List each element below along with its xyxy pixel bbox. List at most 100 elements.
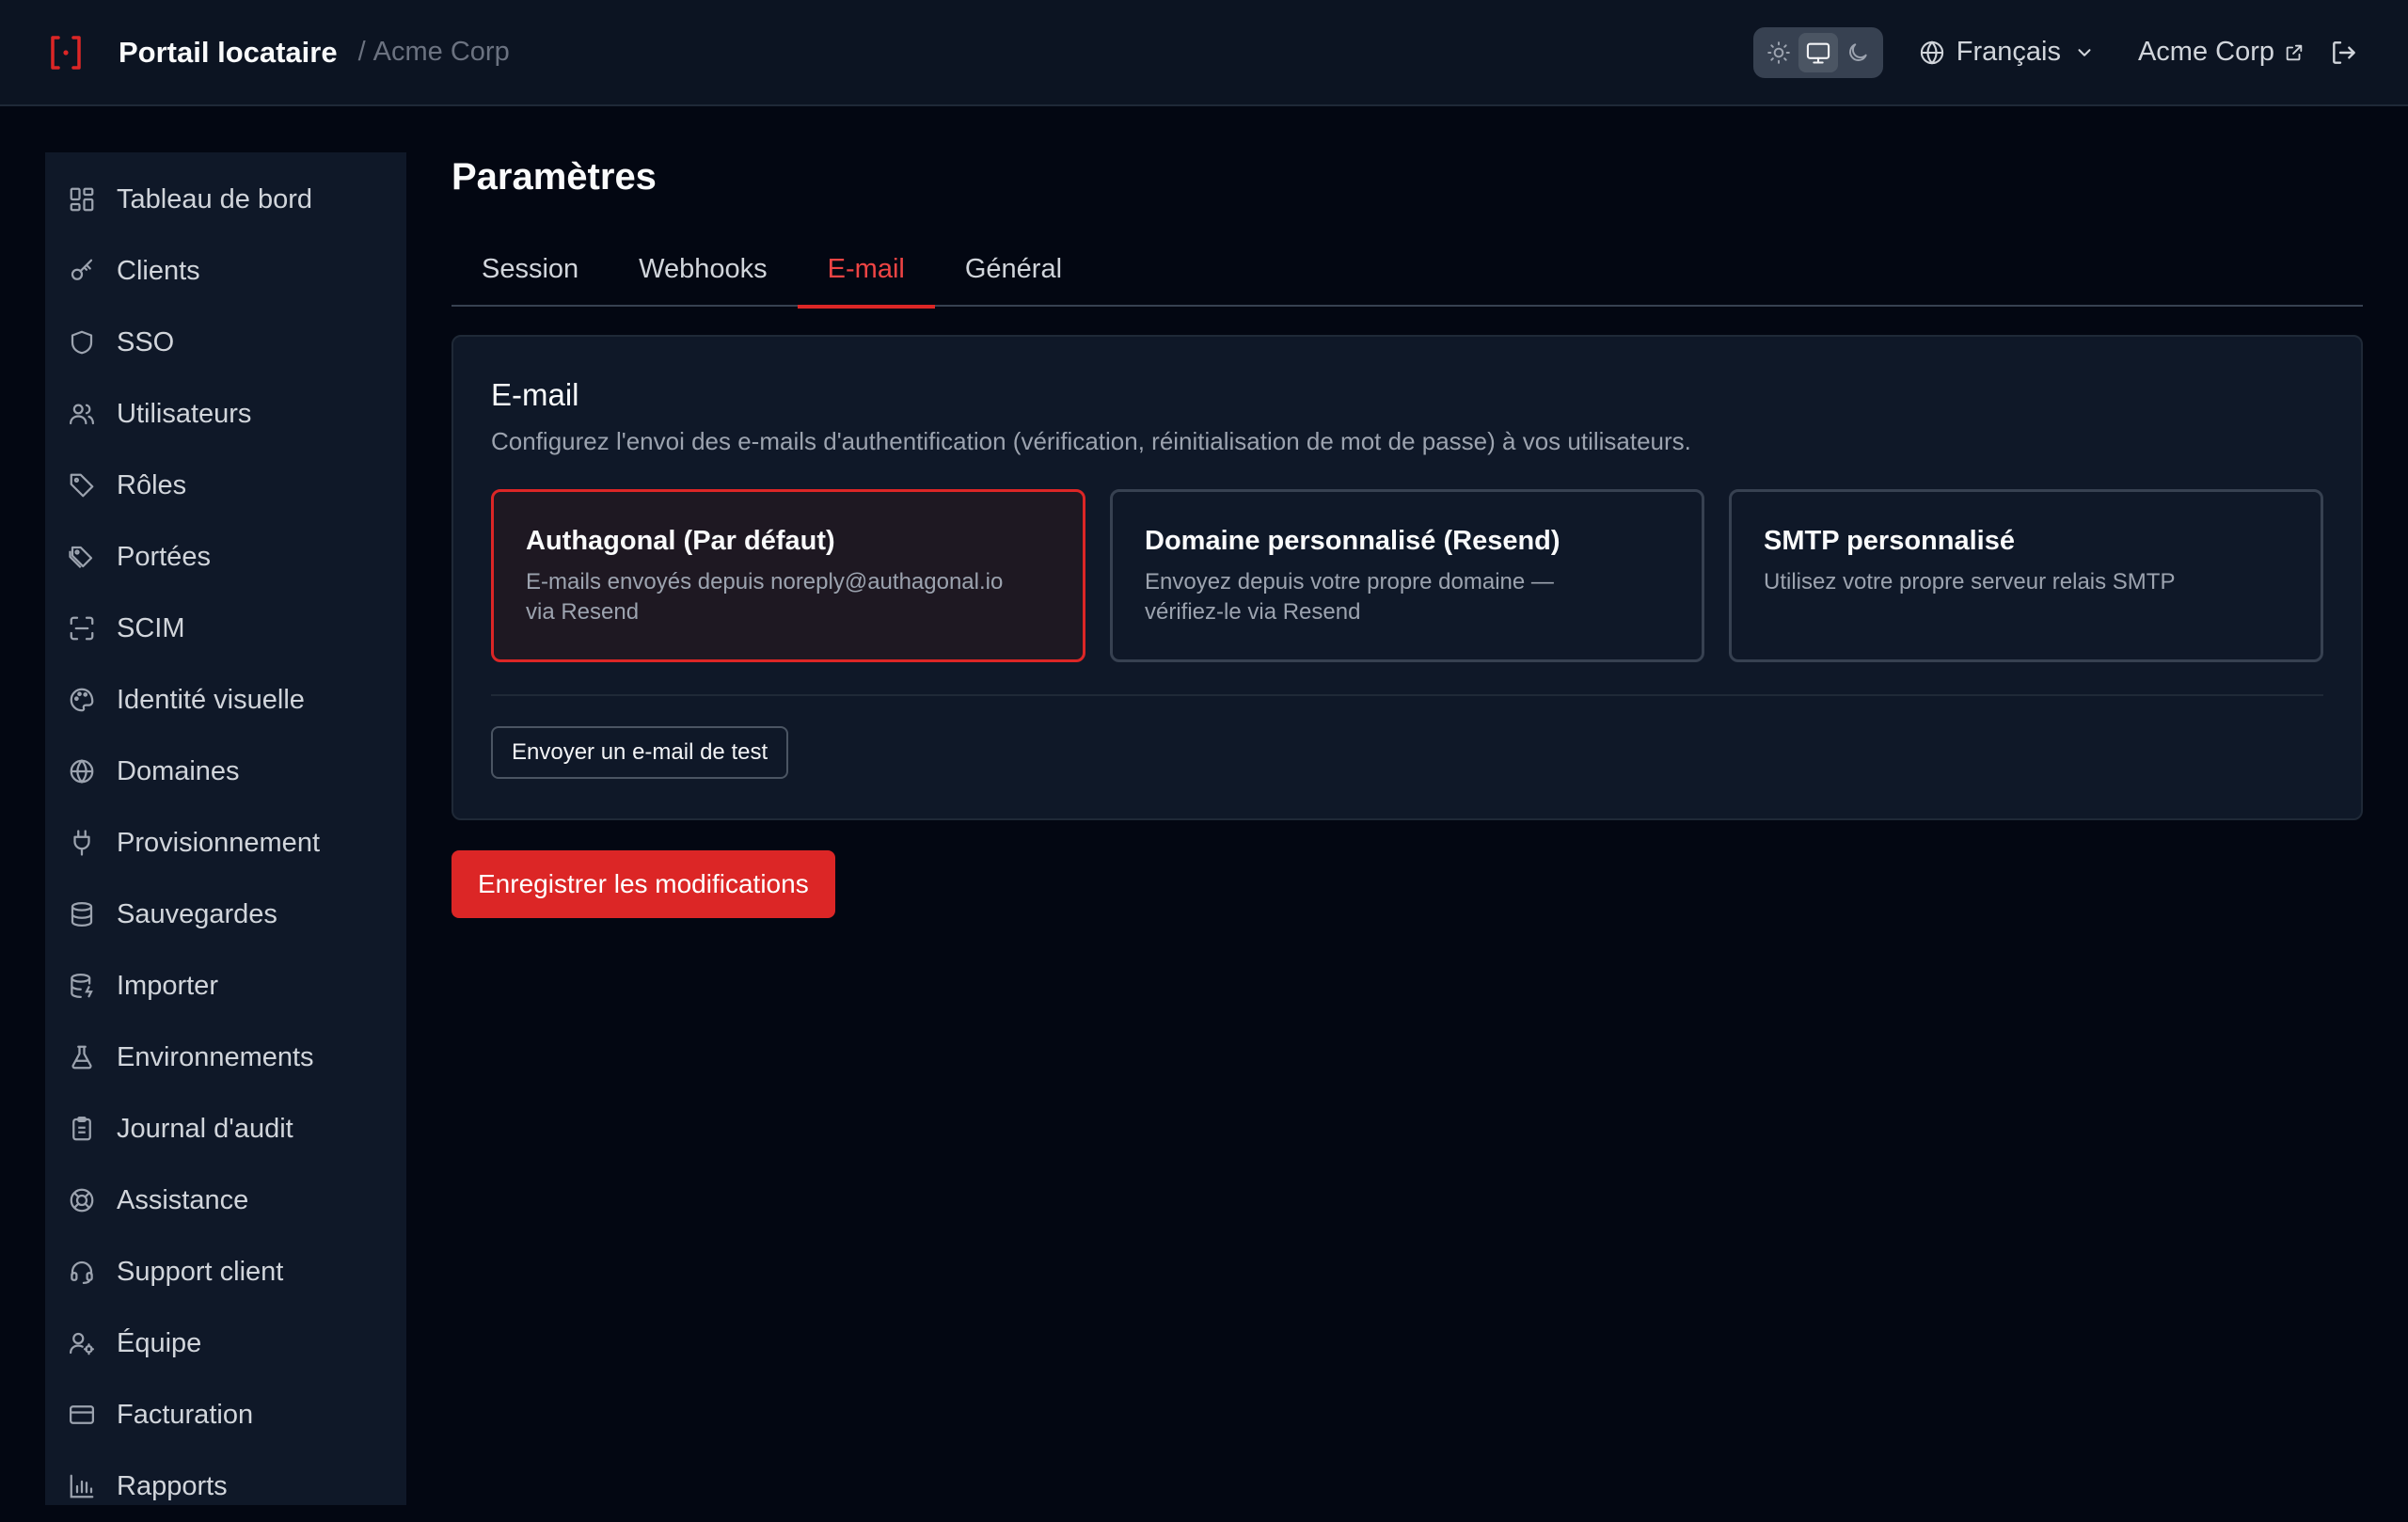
database-import-icon [71,974,93,998]
sidebar-item-assistance[interactable]: Assistance [45,1165,406,1236]
sidebar-item-sso[interactable]: SSO [45,307,406,378]
lifebuoy-icon [70,1188,94,1213]
option-description-line: via Resend [526,599,640,625]
breadcrumb: / Acme Corp [358,37,510,68]
email-settings-card: E-mail Configurez l'envoi des e-mails d'… [452,335,2363,820]
tenant-link[interactable]: Acme Corp [2138,37,2305,68]
sidebar-item-label: Tableau de bord [117,183,312,214]
globe-icon [1920,40,1943,65]
logout-button[interactable] [2329,38,2359,68]
sidebar-item-label: Environnements [117,1041,314,1072]
sidebar-item-users[interactable]: Utilisateurs [45,378,406,450]
headset-icon [71,1260,93,1284]
sidebar-item-label: Provisionnement [117,827,320,858]
email-provider-options: Authagonal (Par défaut) E-mails envoyés … [491,489,2323,662]
breadcrumb-tenant: Acme Corp [372,37,510,67]
send-test-email-button[interactable]: Envoyer un e-mail de test [491,726,789,779]
sidebar-item-label: SSO [117,326,175,357]
option-description: Utilisez votre propre serveur relais SMT… [1764,567,2289,597]
bar-chart-icon [70,1474,94,1498]
option-authagonal-default[interactable]: Authagonal (Par défaut) E-mails envoyés … [491,489,1085,662]
sidebar-item-environments[interactable]: Environnements [45,1022,406,1093]
save-changes-button[interactable]: Enregistrer les modifications [452,850,835,918]
sidebar-item-label: Facturation [117,1399,254,1430]
tab-session[interactable]: Session [452,241,609,307]
option-title: SMTP personnalisé [1764,526,2015,556]
sidebar-item-clients[interactable]: Clients [45,235,406,307]
option-custom-smtp[interactable]: SMTP personnalisé Utilisez votre propre … [1729,489,2323,662]
card-description: Configurez l'envoi des e-mails d'authent… [491,427,1691,455]
card-title: E-mail [491,377,579,412]
plug-icon [73,830,90,856]
scan-icon [70,616,94,641]
language-label: Français [1956,37,2061,67]
theme-system-button[interactable] [1798,32,1838,72]
tenant-link-label: Acme Corp [2137,37,2274,67]
sidebar-item-scopes[interactable]: Portées [45,521,406,593]
theme-switcher [1752,26,1883,78]
flask-icon [71,1045,92,1070]
theme-dark-button[interactable] [1838,33,1877,72]
dashboard-icon [70,187,94,212]
tab-email[interactable]: E-mail [797,241,936,309]
brand-logo-icon [51,35,81,70]
logout-icon [2333,40,2355,64]
tag-icon [70,473,94,498]
app-title: Portail locataire [119,35,338,69]
palette-icon [70,688,94,712]
sidebar-item-team[interactable]: Équipe [45,1308,406,1379]
credit-card-icon [70,1405,94,1424]
theme-light-button[interactable] [1759,33,1798,72]
clipboard-icon [72,1117,91,1141]
key-icon [71,259,93,280]
sidebar-item-import[interactable]: Importer [45,950,406,1022]
sidebar-item-label: Équipe [117,1327,202,1358]
chevron-down-icon [2078,48,2091,56]
sidebar-item-dashboard[interactable]: Tableau de bord [45,164,406,235]
sidebar-item-provisioning[interactable]: Provisionnement [45,807,406,879]
breadcrumb-separator: / [357,37,366,67]
shield-icon [71,330,93,355]
language-selector[interactable]: Français [1919,37,2095,68]
brand[interactable]: Portail locataire / Acme Corp [49,34,510,71]
sidebar-item-label: Journal d'audit [117,1113,293,1144]
sidebar-item-label: Assistance [117,1184,249,1215]
sidebar-item-label: Support client [117,1256,284,1287]
tab-general[interactable]: Général [935,241,1092,307]
sidebar-item-audit-log[interactable]: Journal d'audit [45,1093,406,1165]
option-title: Authagonal (Par défaut) [526,526,835,556]
sidebar-item-label: Clients [117,255,200,286]
user-cog-icon [70,1332,94,1356]
users-icon [70,404,94,425]
option-description-line: Envoyez depuis votre propre domaine — [1145,569,1554,595]
option-description-line: E-mails envoyés depuis noreply@authagona… [526,569,1004,595]
sidebar-item-roles[interactable]: Rôles [45,450,406,521]
tags-icon [69,546,93,569]
moon-icon [1848,42,1867,61]
sidebar-item-label: SCIM [117,612,185,643]
sidebar: Tableau de bord Clients SSO Utilisateurs… [45,152,406,1505]
sidebar-item-scim[interactable]: SCIM [45,593,406,664]
main-content: Paramètres Session Webhooks E-mail Génér… [452,152,2363,918]
page-title: Paramètres [452,156,657,198]
sidebar-item-billing[interactable]: Facturation [45,1379,406,1451]
sidebar-item-label: Utilisateurs [117,398,252,429]
sun-icon [1766,40,1790,64]
divider [491,694,2323,696]
sidebar-item-domains[interactable]: Domaines [45,736,406,807]
monitor-icon [1806,42,1830,64]
option-description: E-mails envoyés depuis noreply@authagona… [526,567,1051,627]
tab-webhooks[interactable]: Webhooks [609,241,798,307]
settings-tabs: Session Webhooks E-mail Général [452,241,2363,309]
sidebar-item-reports[interactable]: Rapports [45,1451,406,1522]
option-title: Domaine personnalisé (Resend) [1145,526,1560,556]
option-custom-domain-resend[interactable]: Domaine personnalisé (Resend) Envoyez de… [1110,489,1704,662]
external-link-icon [2286,44,2303,60]
top-bar: Portail locataire / Acme Corp Français A… [0,0,2408,106]
option-description-line: Utilisez votre propre serveur relais SMT… [1764,569,2176,595]
sidebar-item-backups[interactable]: Sauvegardes [45,879,406,950]
sidebar-item-customer-support[interactable]: Support client [45,1236,406,1308]
sidebar-item-label: Rôles [117,469,187,500]
sidebar-item-label: Sauvegardes [117,898,277,929]
sidebar-item-branding[interactable]: Identité visuelle [45,664,406,736]
